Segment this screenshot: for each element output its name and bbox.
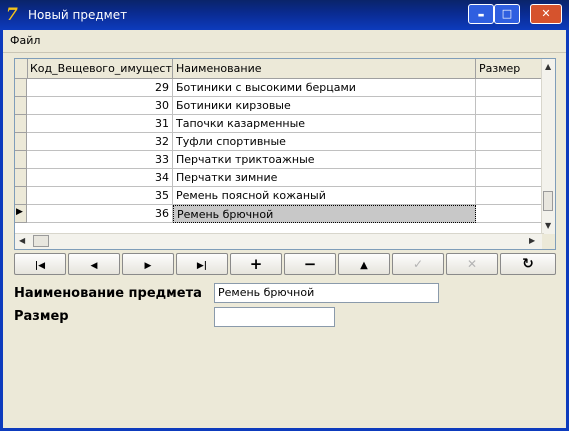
cell-name[interactable]: Перчатки триктоажные — [173, 151, 476, 169]
db-grid[interactable]: Код_Вещевого_имущества Наименование Разм… — [14, 58, 556, 250]
cell-name[interactable]: Ремень поясной кожаный — [173, 187, 476, 205]
nav-cancel-button[interactable]: ✕ — [446, 253, 498, 275]
nav-post-button[interactable]: ✓ — [392, 253, 444, 275]
name-field[interactable]: Ремень брючной — [214, 283, 439, 303]
cell-name[interactable]: Туфли спортивные — [173, 133, 476, 151]
row-indicator[interactable] — [15, 115, 27, 133]
main-window: 7 Новый предмет ▬ □ ✕ Файл Код_Вещевого_… — [0, 0, 569, 431]
column-header-name[interactable]: Наименование — [173, 59, 476, 78]
close-icon: ✕ — [541, 7, 551, 20]
plus-icon: + — [249, 255, 263, 273]
horizontal-scrollbar[interactable]: ◀ ▶ — [15, 233, 544, 249]
cell-id[interactable]: 34 — [27, 169, 173, 187]
row-indicator[interactable] — [15, 169, 27, 187]
next-record-icon: ▶ — [144, 261, 152, 271]
table-row-selected[interactable]: ▶ 36 Ремень брючной — [15, 205, 544, 223]
cell-id[interactable]: 36 — [27, 205, 173, 223]
minimize-icon: ▬ — [477, 11, 485, 19]
cell-name[interactable]: Ботиники кирзовые — [173, 97, 476, 115]
table-row[interactable]: 31 Тапочки казарменные — [15, 115, 544, 133]
menu-file[interactable]: Файл — [10, 34, 40, 47]
nav-next-button[interactable]: ▶ — [122, 253, 174, 275]
cell-size[interactable] — [476, 205, 544, 223]
cell-size[interactable] — [476, 133, 544, 151]
cell-name[interactable]: Перчатки зимние — [173, 169, 476, 187]
cell-id[interactable]: 35 — [27, 187, 173, 205]
window-title: Новый предмет — [28, 8, 128, 22]
first-record-icon: |◀ — [34, 261, 46, 271]
cancel-x-icon: ✕ — [466, 257, 478, 271]
size-field[interactable] — [214, 307, 335, 327]
nav-insert-button[interactable]: + — [230, 253, 282, 275]
scroll-up-icon[interactable]: ▲ — [545, 62, 551, 71]
nav-delete-button[interactable]: − — [284, 253, 336, 275]
cell-name[interactable]: Тапочки казарменные — [173, 115, 476, 133]
name-label: Наименование предмета — [14, 286, 202, 301]
row-indicator[interactable] — [15, 79, 27, 97]
row-indicator[interactable] — [15, 97, 27, 115]
cell-size[interactable] — [476, 79, 544, 97]
table-row[interactable]: 33 Перчатки триктоажные — [15, 151, 544, 169]
cell-name[interactable]: Ремень брючной — [173, 205, 476, 223]
scroll-left-icon[interactable]: ◀ — [19, 236, 25, 245]
table-row[interactable]: 34 Перчатки зимние — [15, 169, 544, 187]
row-indicator[interactable] — [15, 133, 27, 151]
cell-size[interactable] — [476, 97, 544, 115]
column-header-id[interactable]: Код_Вещевого_имущества — [27, 59, 173, 78]
window-border-left — [0, 30, 3, 431]
column-header-size[interactable]: Размер — [476, 59, 544, 78]
prior-record-icon: ◀ — [90, 261, 98, 271]
cell-size[interactable] — [476, 151, 544, 169]
nav-refresh-button[interactable]: ↻ — [500, 253, 556, 275]
row-indicator[interactable]: ▶ — [15, 205, 27, 223]
maximize-button[interactable]: □ — [494, 4, 520, 24]
cell-id[interactable]: 29 — [27, 79, 173, 97]
delphi-7-icon[interactable]: 7 — [6, 4, 24, 26]
current-row-icon: ▶ — [16, 207, 23, 217]
nav-edit-button[interactable]: ▲ — [338, 253, 390, 275]
cell-size[interactable] — [476, 187, 544, 205]
cell-id[interactable]: 30 — [27, 97, 173, 115]
last-record-icon: ▶| — [196, 261, 208, 271]
cell-id[interactable]: 33 — [27, 151, 173, 169]
nav-first-button[interactable]: |◀ — [14, 253, 66, 275]
vertical-scroll-thumb[interactable] — [543, 191, 553, 211]
cell-size[interactable] — [476, 169, 544, 187]
vertical-scrollbar[interactable]: ▲ ▼ — [541, 59, 555, 234]
size-label: Размер — [14, 309, 69, 324]
cell-name[interactable]: Ботиники с высокими берцами — [173, 79, 476, 97]
check-icon: ✓ — [412, 257, 424, 271]
maximize-icon: □ — [501, 7, 513, 20]
nav-prior-button[interactable]: ◀ — [68, 253, 120, 275]
cell-id[interactable]: 32 — [27, 133, 173, 151]
edit-triangle-icon: ▲ — [360, 260, 368, 271]
table-row[interactable]: 35 Ремень поясной кожаный — [15, 187, 544, 205]
row-indicator[interactable] — [15, 187, 27, 205]
title-bar[interactable]: 7 Новый предмет ▬ □ ✕ — [0, 0, 569, 30]
menu-bar: Файл — [0, 30, 569, 53]
db-navigator: |◀ ◀ ▶ ▶| + − ▲ ✓ ✕ ↻ — [14, 253, 556, 275]
close-button[interactable]: ✕ — [530, 4, 562, 24]
scrollbar-corner — [542, 234, 555, 249]
minus-icon: − — [303, 255, 317, 273]
table-row[interactable]: 32 Туфли спортивные — [15, 133, 544, 151]
table-row[interactable]: 30 Ботиники кирзовые — [15, 97, 544, 115]
table-row[interactable]: 29 Ботиники с высокими берцами — [15, 79, 544, 97]
scroll-right-icon[interactable]: ▶ — [529, 236, 535, 245]
scroll-down-icon[interactable]: ▼ — [545, 221, 551, 230]
refresh-icon: ↻ — [522, 256, 534, 272]
row-indicator[interactable] — [15, 151, 27, 169]
horizontal-scroll-thumb[interactable] — [33, 235, 49, 247]
grid-header: Код_Вещевого_имущества Наименование Разм… — [15, 59, 544, 79]
cell-id[interactable]: 31 — [27, 115, 173, 133]
minimize-button[interactable]: ▬ — [468, 4, 494, 24]
cell-size[interactable] — [476, 115, 544, 133]
nav-last-button[interactable]: ▶| — [176, 253, 228, 275]
